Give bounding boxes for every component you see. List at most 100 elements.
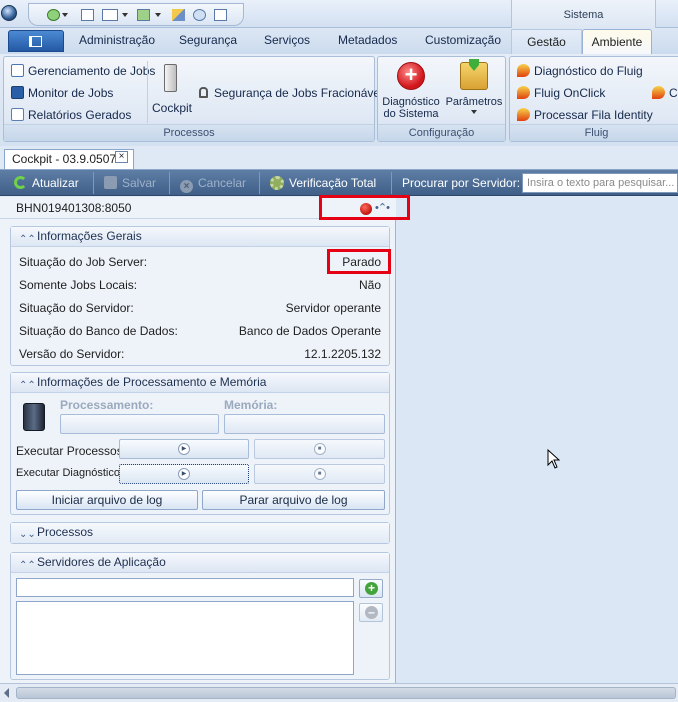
globe-icon[interactable] <box>193 9 206 21</box>
diagnostico-sistema-button[interactable]: + Diagnóstico do Sistema <box>382 62 440 120</box>
save-icon <box>104 176 117 189</box>
report-icon <box>11 108 24 121</box>
label: Atualizar <box>32 176 79 190</box>
label: Relatórios Gerados <box>28 108 132 122</box>
group-processos: Gerenciamento de Jobs Monitor de Jobs Re… <box>3 56 389 142</box>
info-value: Servidor operante <box>285 301 381 315</box>
atualizar-button[interactable]: Atualizar <box>14 176 79 190</box>
label: Monitor de Jobs <box>28 86 114 100</box>
group-title: Configuração <box>378 124 505 141</box>
executar-processos-stop-button[interactable]: ■ <box>254 439 385 459</box>
highlight-box-parado <box>327 249 391 274</box>
tab-gestao[interactable]: Gestão <box>511 29 582 55</box>
add-server-button[interactable]: + <box>359 579 383 598</box>
verificacao-total-button[interactable]: Verificação Total <box>270 176 376 190</box>
lock-icon <box>199 87 208 98</box>
scroll-left-icon[interactable] <box>4 688 9 698</box>
remove-server-button[interactable]: – <box>359 603 383 622</box>
salvar-button[interactable]: Salvar <box>104 176 156 190</box>
cancelar-button[interactable]: × Cancelar <box>180 176 246 193</box>
cockpit-button[interactable]: Cockpit <box>152 61 193 123</box>
info-label: Situação do Banco de Dados: <box>19 324 178 338</box>
gerenciamento-jobs-button[interactable]: Gerenciamento de Jobs <box>11 64 155 78</box>
chevron-down-icon[interactable] <box>62 13 68 17</box>
close-icon[interactable]: × <box>115 151 128 163</box>
tab-ambiente[interactable]: Ambiente <box>582 29 652 55</box>
flame-icon <box>517 86 530 99</box>
plus-icon: + <box>397 62 425 90</box>
chevron-down-icon[interactable] <box>122 13 128 17</box>
tab-metadados[interactable]: Metadados <box>338 33 397 47</box>
tab-administracao[interactable]: Administração <box>79 33 155 47</box>
separator <box>391 172 392 194</box>
flame-icon <box>652 86 665 99</box>
file-menu-button[interactable] <box>8 30 64 52</box>
app-orb-icon[interactable] <box>1 5 17 21</box>
diagnostico-fluig-button[interactable]: Diagnóstico do Fluig <box>517 64 643 78</box>
tab-servicos[interactable]: Serviços <box>264 33 310 47</box>
monitor-icon <box>11 86 24 99</box>
tab-customizacao[interactable]: Customização <box>425 33 501 47</box>
executar-diagnostico-stop-button[interactable]: ■ <box>254 464 385 484</box>
section-title: Informações de Processamento e Memória <box>37 375 267 389</box>
fluig-cut-item[interactable]: Co <box>652 86 678 100</box>
section-header[interactable]: ⌃⌃ Servidores de Aplicação <box>11 553 389 573</box>
section-header[interactable]: ⌃⌃ Informações de Processamento e Memória <box>11 373 389 393</box>
relatorios-gerados-button[interactable]: Relatórios Gerados <box>11 108 131 122</box>
section-title: Informações Gerais <box>37 229 142 243</box>
search-input[interactable]: Insira o texto para pesquisar... <box>522 173 678 193</box>
scroll-thumb[interactable] <box>16 687 676 699</box>
gear-icon <box>270 176 284 190</box>
label-line1: Diagnóstico <box>382 96 440 108</box>
stop-icon: ■ <box>313 468 326 480</box>
info-label: Somente Jobs Locais: <box>19 278 138 292</box>
collapse-icon: ⌃⌃ <box>19 234 36 245</box>
parametros-button[interactable]: Parâmetros <box>444 59 504 114</box>
divider <box>147 61 148 123</box>
info-value: 12.1.2205.132 <box>304 347 381 361</box>
copy-icon[interactable] <box>214 9 227 21</box>
wand-icon[interactable] <box>172 9 185 21</box>
label-line2: do Sistema <box>383 108 439 120</box>
separator <box>259 172 260 194</box>
processar-fila-identity-button[interactable]: Processar Fila Identity <box>517 108 653 122</box>
executar-processos-play-button[interactable]: ▶ <box>119 439 249 459</box>
jobs-icon <box>11 64 24 77</box>
panel-icon[interactable] <box>102 9 118 21</box>
label: Salvar <box>122 176 157 190</box>
iniciar-log-button[interactable]: Iniciar arquivo de log <box>16 490 198 510</box>
stop-icon: ■ <box>313 443 326 455</box>
info-row: Situação do Banco de Dados: Banco de Dado… <box>19 322 381 340</box>
quick-access-strip <box>28 3 244 26</box>
contextual-group-sistema: Sistema <box>511 0 656 28</box>
processamento-bar <box>60 414 219 434</box>
server-icon <box>23 403 45 431</box>
info-label: Situação do Job Server: <box>19 255 148 269</box>
horizontal-scrollbar[interactable] <box>0 683 678 702</box>
tab-seguranca[interactable]: Segurança <box>179 33 237 47</box>
highlight-box-status <box>319 195 410 220</box>
servidor-input[interactable] <box>16 578 354 597</box>
label: Cockpit <box>152 101 193 115</box>
separator <box>169 172 170 194</box>
executar-diagnostico-play-button[interactable]: ▶ <box>119 464 249 484</box>
section-header[interactable]: ⌃⌃ Informações Gerais <box>11 227 389 247</box>
group-configuracao: + Diagnóstico do Sistema Parâmetros Conf… <box>377 56 506 142</box>
section-servidores-aplicacao: ⌃⌃ Servidores de Aplicação + – <box>10 552 390 680</box>
window-icon[interactable] <box>81 9 94 21</box>
info-value: Banco de Dados Operante <box>238 324 381 338</box>
fluig-onclick-button[interactable]: Fluig OnClick <box>517 86 605 100</box>
section-header[interactable]: ⌄⌄ Processos <box>11 523 389 543</box>
parar-log-button[interactable]: Parar arquivo de log <box>202 490 385 510</box>
separator <box>93 172 94 194</box>
refresh-icon[interactable] <box>47 9 60 21</box>
play-icon[interactable] <box>137 9 150 21</box>
cockpit-icon <box>163 64 177 92</box>
memoria-bar <box>224 414 385 434</box>
refresh-icon <box>14 176 27 189</box>
label: Segurança de Jobs Fracionáveis <box>214 86 389 100</box>
servidores-list[interactable] <box>16 601 354 675</box>
seguranca-jobs-button[interactable]: Segurança de Jobs Fracionáveis <box>199 86 389 100</box>
chevron-down-icon[interactable] <box>155 13 161 17</box>
monitor-jobs-button[interactable]: Monitor de Jobs <box>11 86 113 100</box>
